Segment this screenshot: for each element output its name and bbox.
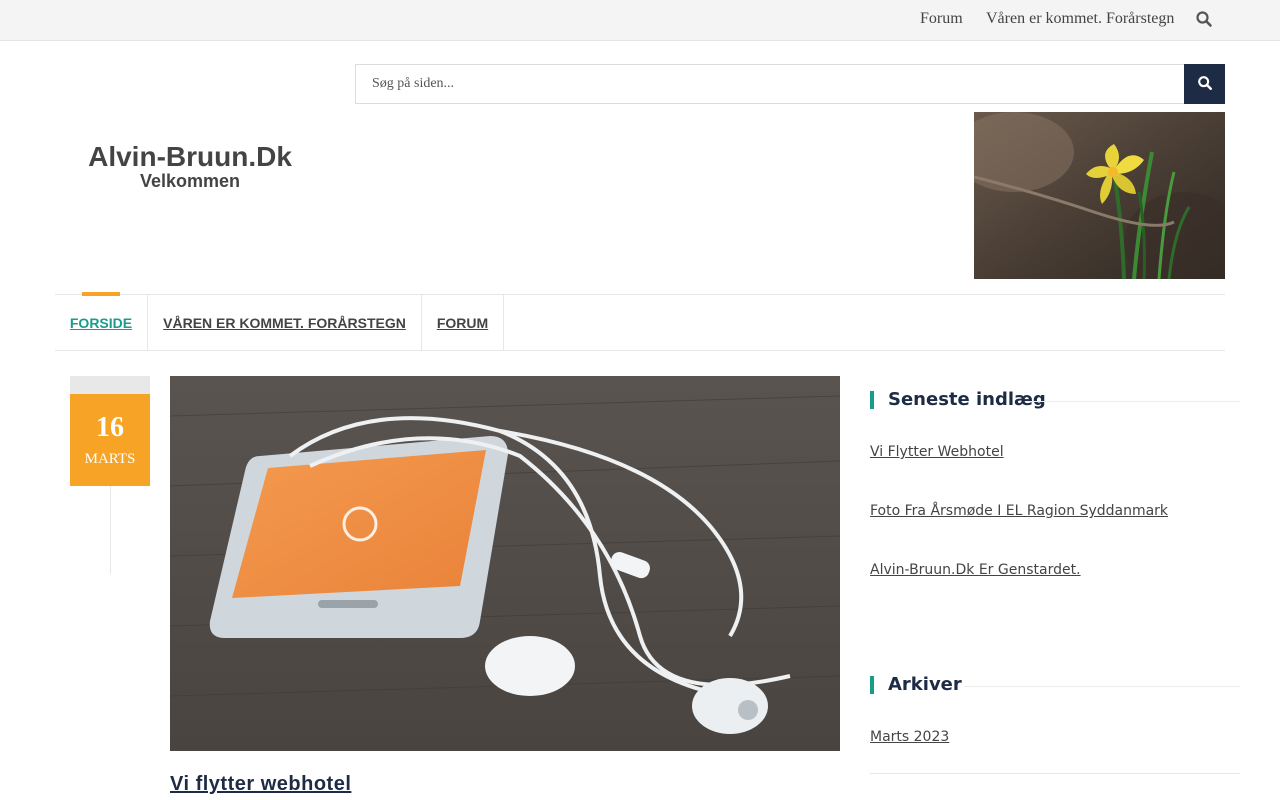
heading-accent-bar [870, 391, 874, 409]
archives-title: Arkiver [888, 674, 962, 695]
recent-post-link[interactable]: Alvin-Bruun.Dk Er Genstardet. [870, 562, 1081, 578]
archives-heading: Arkiver [870, 674, 1240, 696]
recent-posts-title: Seneste indlæg [888, 389, 1046, 410]
site-tagline: Velkommen [139, 171, 241, 191]
post-featured-image[interactable] [170, 376, 840, 751]
recent-posts-heading: Seneste indlæg [870, 389, 1240, 411]
archive-divider [870, 773, 1240, 774]
top-link-spring[interactable]: Våren er kommet. Forårstegn [986, 10, 1174, 28]
main-nav: FORSIDE VÅREN ER KOMMET. FORÅRSTEGN FORU… [55, 292, 1225, 351]
post-title[interactable]: Vi flytter webhotel [170, 773, 351, 796]
top-link-forum[interactable]: Forum [920, 10, 963, 28]
date-badge-top [70, 376, 150, 394]
heading-rule [1029, 401, 1240, 402]
search-input[interactable] [355, 64, 1185, 104]
search-button[interactable] [1184, 64, 1225, 104]
nav-item-forside[interactable]: FORSIDE [55, 295, 148, 350]
nav-item-spring[interactable]: VÅREN ER KOMMET. FORÅRSTEGN [148, 295, 422, 350]
heading-accent-bar [870, 676, 874, 694]
recent-post-link[interactable]: Foto Fra Årsmøde I EL Ragion Syddanmark [870, 503, 1168, 519]
search-icon[interactable] [1195, 10, 1213, 28]
archive-link[interactable]: Marts 2023 [870, 729, 949, 745]
date-badge: 16 MARTS [70, 394, 150, 486]
date-month: MARTS [84, 451, 136, 467]
top-bar: Forum Våren er kommet. Forårstegn [0, 0, 1280, 41]
search-icon [1197, 75, 1213, 94]
recent-post-link[interactable]: Vi Flytter Webhotel [870, 444, 1004, 460]
date-divider [110, 486, 111, 574]
nav-item-forum[interactable]: FORUM [422, 295, 504, 350]
heading-rule [964, 686, 1240, 687]
site-title[interactable]: Alvin-Bruun.Dk [55, 141, 325, 173]
header-flower-image [974, 112, 1225, 279]
date-day: 16 [96, 412, 124, 443]
